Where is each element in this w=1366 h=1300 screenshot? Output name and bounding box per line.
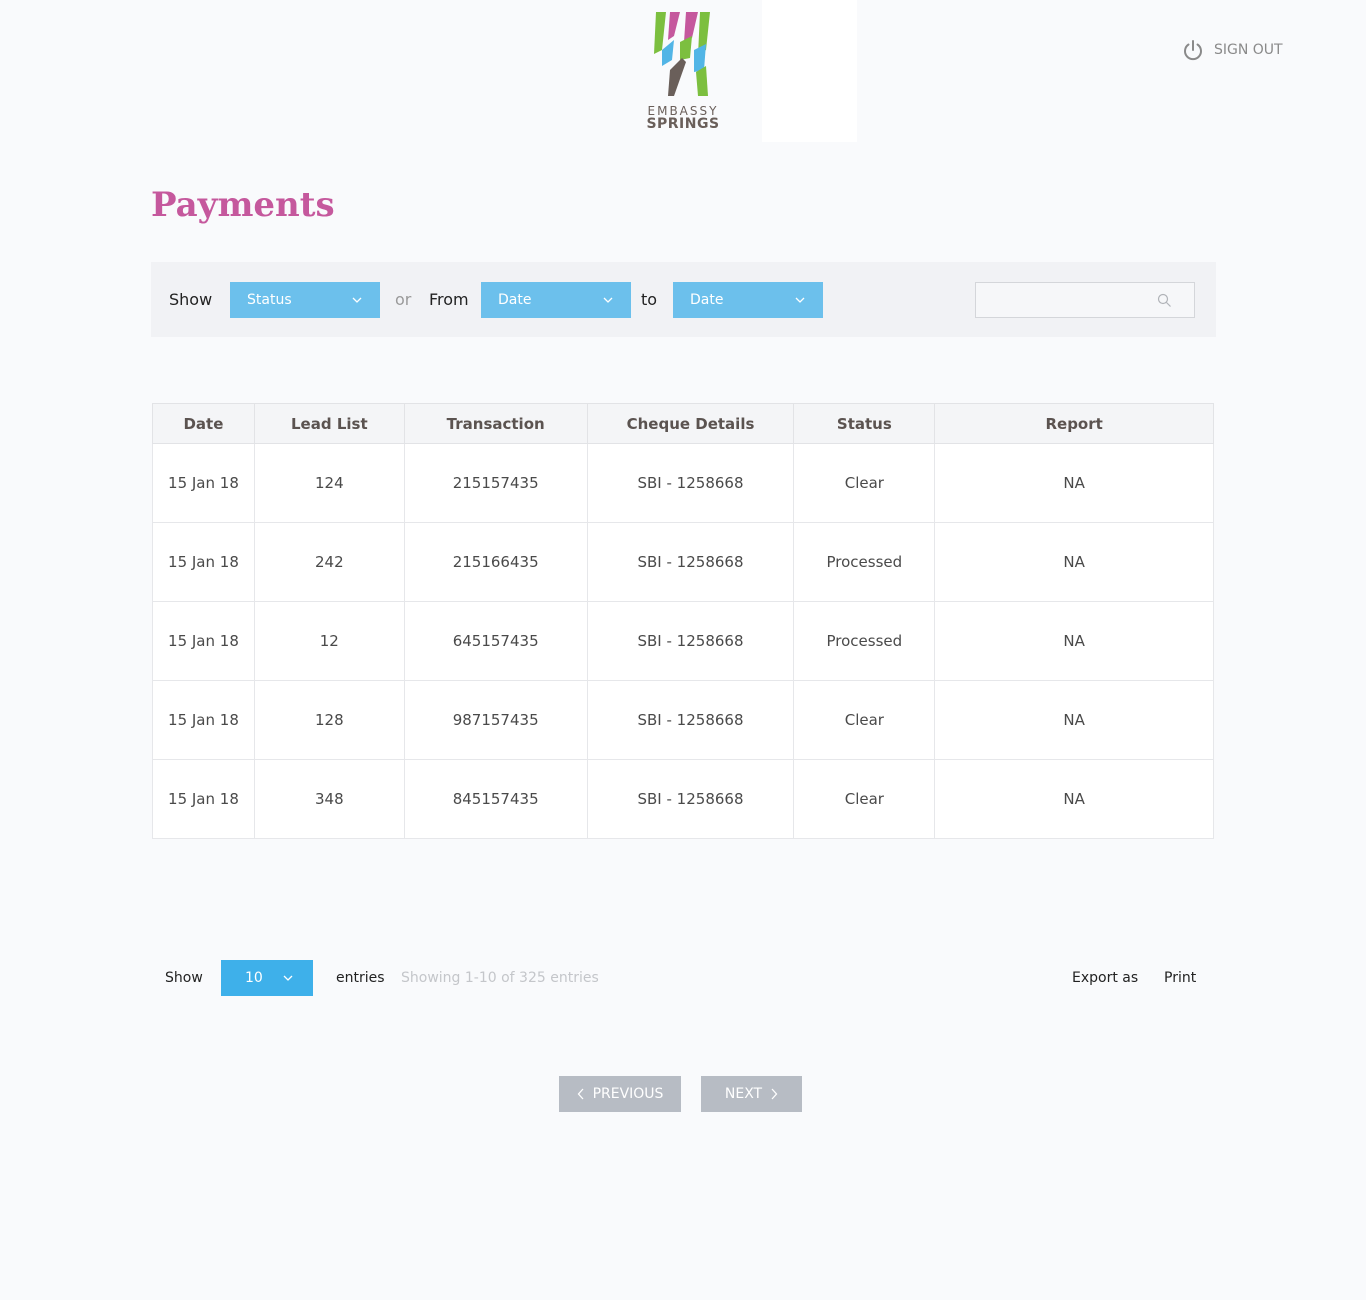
cell-lead-list: 348 [253,759,405,839]
cell-transaction: 215157435 [403,443,588,523]
export-as-button[interactable]: Export as [1072,970,1138,986]
cell-transaction: 215166435 [403,522,588,602]
showing-count-text: Showing 1-10 of 325 entries [401,970,599,986]
print-button[interactable]: Print [1164,970,1196,986]
table-row[interactable]: 15 Jan 18 242 215166435 SBI - 1258668 Pr… [152,522,1214,602]
page-title: Payments [151,185,335,225]
cell-date: 15 Jan 18 [152,759,255,839]
from-date-value: Date [498,292,532,308]
cell-lead-list: 128 [253,680,405,760]
filter-from-label: From [429,290,469,309]
column-header-status[interactable]: Status [793,403,936,444]
table-row[interactable]: 15 Jan 18 348 845157435 SBI - 1258668 Cl… [152,759,1214,839]
table-row[interactable]: 15 Jan 18 128 987157435 SBI - 1258668 Cl… [152,680,1214,760]
logo-text-springs: SPRINGS [646,116,720,132]
cell-date: 15 Jan 18 [152,443,255,523]
cell-transaction: 645157435 [403,601,588,681]
cell-date: 15 Jan 18 [152,601,255,681]
cell-report: NA [934,443,1214,523]
column-header-transaction[interactable]: Transaction [403,403,588,444]
entries-show-label: Show [165,970,203,986]
cell-cheque-details: SBI - 1258668 [586,601,795,681]
entries-per-page-value: 10 [245,970,263,986]
search-input[interactable] [976,283,1156,317]
cell-status: Clear [793,680,936,760]
cell-report: NA [934,601,1214,681]
header-blank-panel [762,0,857,142]
to-date-dropdown[interactable]: Date [673,282,823,318]
logo-mark-icon [654,12,710,96]
filter-to-label: to [641,290,658,309]
cell-report: NA [934,759,1214,839]
cell-cheque-details: SBI - 1258668 [586,759,795,839]
next-label: NEXT [724,1086,763,1102]
sign-out-label: SIGN OUT [1214,42,1283,58]
cell-lead-list: 242 [253,522,405,602]
chevron-right-icon [771,1088,778,1100]
embassy-springs-logo[interactable]: EMBASSY SPRINGS [640,10,726,135]
entries-per-page-dropdown[interactable]: 10 [221,960,313,996]
table-header-row: Date Lead List Transaction Cheque Detail… [152,403,1214,444]
header: EMBASSY SPRINGS SIGN OUT [0,0,1366,150]
cell-lead-list: 12 [253,601,405,681]
table-row[interactable]: 15 Jan 18 124 215157435 SBI - 1258668 Cl… [152,443,1214,523]
payments-table: Date Lead List Transaction Cheque Detail… [152,403,1214,839]
entries-label: entries [336,970,385,986]
filter-or-label: or [395,290,412,309]
power-icon [1184,40,1202,61]
column-header-date[interactable]: Date [152,403,255,444]
cell-report: NA [934,522,1214,602]
cell-status: Processed [793,522,936,602]
previous-label: PREVIOUS [592,1086,664,1102]
status-dropdown[interactable]: Status [230,282,380,318]
chevron-down-icon [352,297,362,303]
chevron-down-icon [795,297,805,303]
to-date-value: Date [690,292,724,308]
chevron-down-icon [283,975,293,981]
sign-out-button[interactable]: SIGN OUT [1182,38,1283,62]
cell-report: NA [934,680,1214,760]
column-header-cheque-details[interactable]: Cheque Details [586,403,795,444]
cell-status: Clear [793,759,936,839]
cell-lead-list: 124 [253,443,405,523]
previous-button[interactable]: PREVIOUS [559,1076,681,1112]
column-header-lead-list[interactable]: Lead List [253,403,405,444]
filter-bar: Show Status or From Date to Date [151,262,1216,337]
chevron-left-icon [577,1088,584,1100]
status-dropdown-value: Status [247,292,292,308]
column-header-report[interactable]: Report [934,403,1214,444]
table-row[interactable]: 15 Jan 18 12 645157435 SBI - 1258668 Pro… [152,601,1214,681]
cell-cheque-details: SBI - 1258668 [586,680,795,760]
cell-date: 15 Jan 18 [152,680,255,760]
table-footer: Show 10 entries Showing 1-10 of 325 entr… [0,960,1366,996]
cell-cheque-details: SBI - 1258668 [586,522,795,602]
cell-transaction: 987157435 [403,680,588,760]
from-date-dropdown[interactable]: Date [481,282,631,318]
filter-show-label: Show [169,290,213,309]
search-icon[interactable] [1157,293,1172,308]
next-button[interactable]: NEXT [701,1076,802,1112]
chevron-down-icon [603,297,613,303]
cell-date: 15 Jan 18 [152,522,255,602]
cell-status: Clear [793,443,936,523]
search-box [975,282,1195,318]
cell-transaction: 845157435 [403,759,588,839]
cell-status: Processed [793,601,936,681]
cell-cheque-details: SBI - 1258668 [586,443,795,523]
